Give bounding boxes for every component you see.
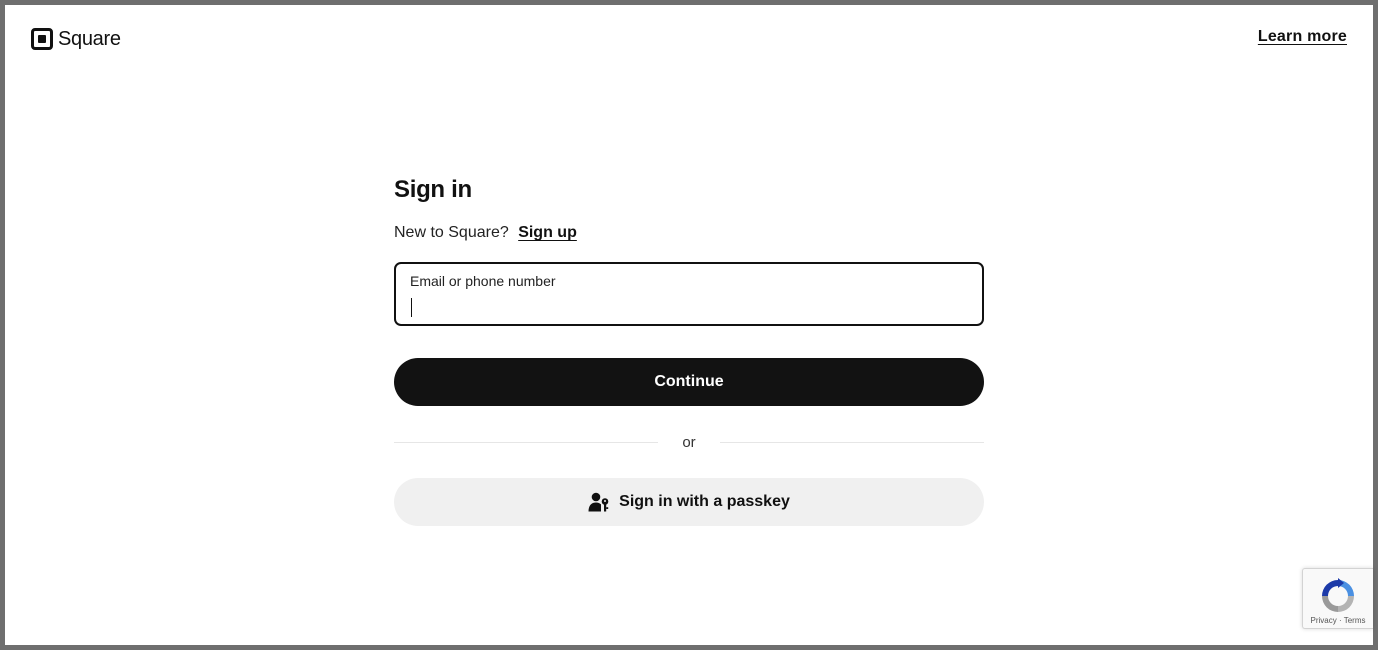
new-to-square-text: New to Square? [394, 224, 509, 241]
divider-line-left [394, 441, 659, 443]
sign-in-panel: Sign in New to Square? Sign up Email or … [394, 175, 984, 526]
passkey-button-label: Sign in with a passkey [619, 493, 790, 510]
recaptcha-links: Privacy · Terms [1303, 616, 1373, 625]
recaptcha-badge[interactable]: Privacy · Terms [1302, 568, 1373, 629]
divider-line-right [719, 441, 984, 443]
square-logo-icon [31, 27, 53, 50]
signup-prompt: New to Square? Sign up [394, 222, 984, 244]
logo-text: Square [58, 28, 121, 50]
user-key-icon [588, 492, 610, 512]
text-cursor [411, 298, 412, 317]
recaptcha-terms-link[interactable]: Terms [1344, 616, 1366, 625]
email-or-phone-field[interactable]: Email or phone number [394, 262, 984, 326]
continue-button[interactable]: Continue [394, 358, 984, 406]
recaptcha-privacy-link[interactable]: Privacy [1311, 616, 1337, 625]
learn-more-link[interactable]: Learn more [1258, 28, 1347, 46]
page-title: Sign in [394, 176, 472, 203]
passkey-sign-in-button[interactable]: Sign in with a passkey [394, 478, 984, 526]
recaptcha-separator: · [1338, 616, 1342, 625]
recaptcha-icon [1319, 577, 1357, 615]
sign-up-link[interactable]: Sign up [518, 224, 577, 241]
email-or-phone-label: Email or phone number [410, 273, 556, 289]
divider-text: or [682, 433, 696, 451]
square-logo[interactable]: Square [31, 27, 121, 50]
email-or-phone-input[interactable] [410, 294, 968, 316]
or-divider: or [394, 430, 984, 454]
